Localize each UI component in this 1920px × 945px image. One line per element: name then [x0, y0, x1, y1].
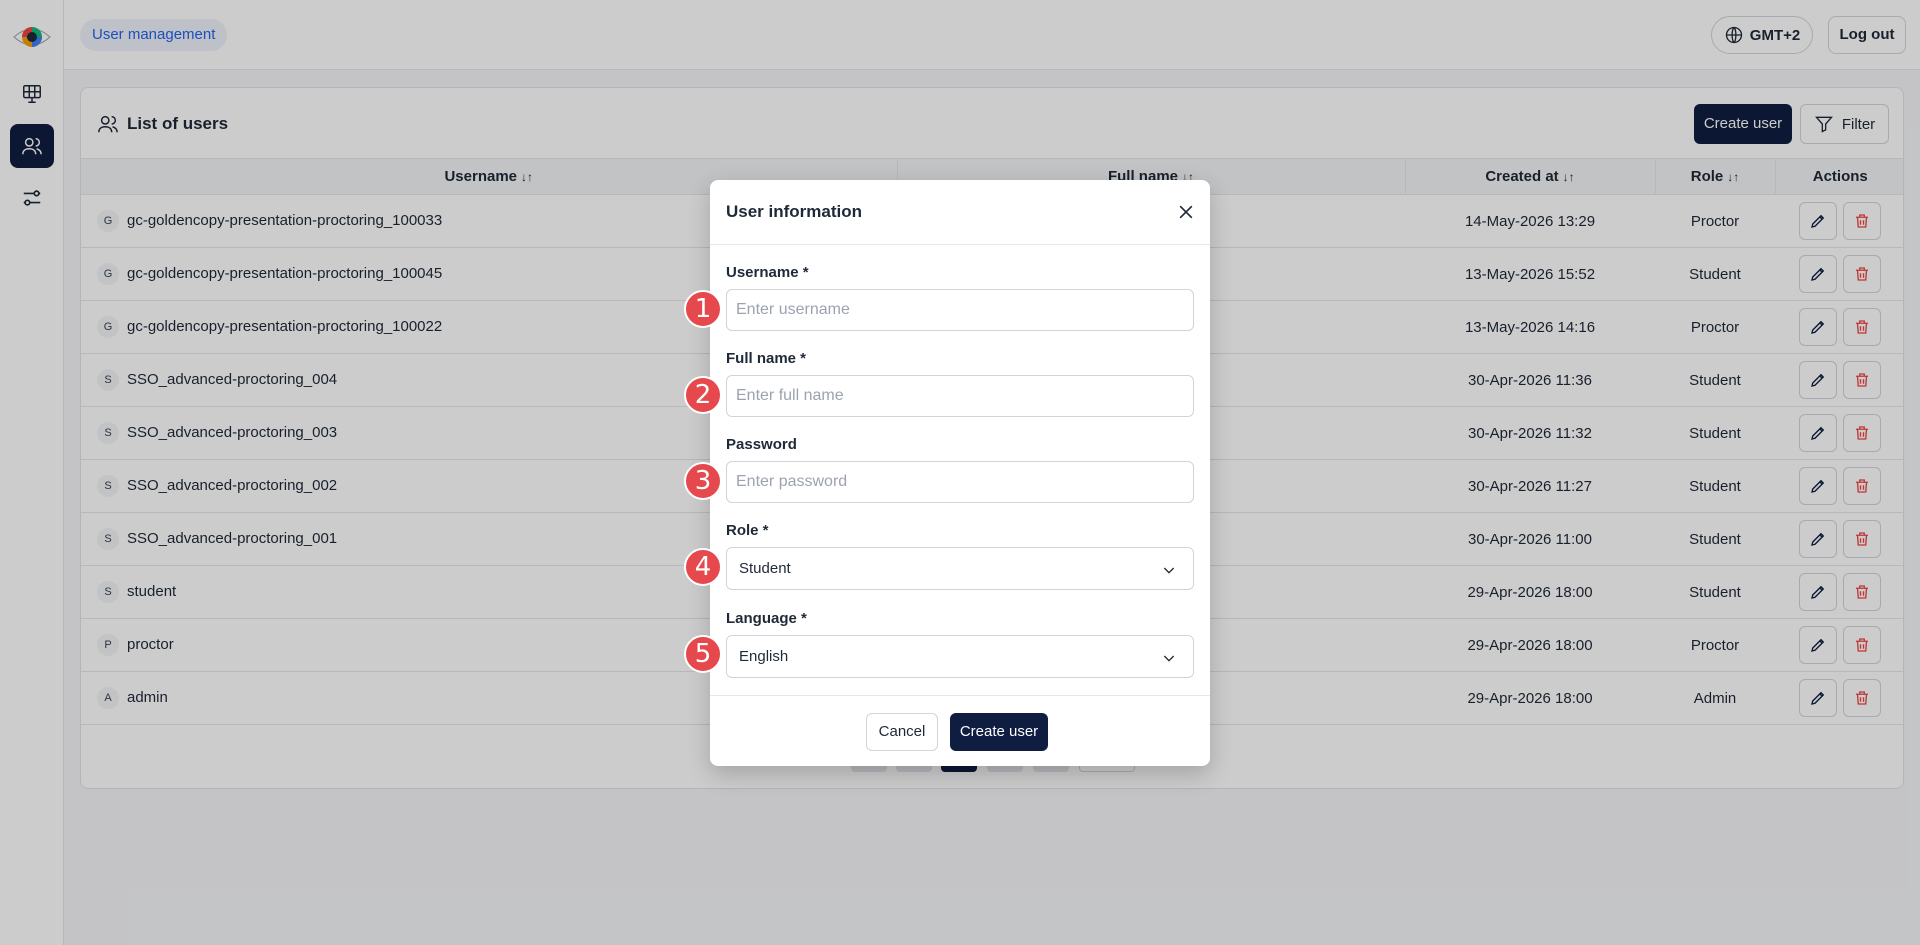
annotation-marker-3: 3 [684, 462, 722, 500]
password-field[interactable] [726, 461, 1194, 503]
username-field[interactable] [726, 289, 1194, 331]
divider [710, 695, 1210, 696]
role-select[interactable]: Student [726, 547, 1194, 590]
annotation-marker-4: 4 [684, 548, 722, 586]
full-name-label: Full name * [726, 350, 807, 367]
password-label: Password [726, 436, 797, 453]
annotation-marker-5: 5 [684, 635, 722, 673]
chevron-down-icon [1163, 567, 1175, 574]
role-select-value: Student [739, 560, 791, 577]
divider [710, 244, 1210, 245]
role-label: Role * [726, 522, 769, 539]
cancel-button[interactable]: Cancel [866, 713, 938, 751]
language-label: Language * [726, 610, 807, 627]
chevron-down-icon [1163, 655, 1175, 662]
user-information-modal: User information Username * Full name * … [710, 180, 1210, 766]
full-name-field[interactable] [726, 375, 1194, 417]
username-label: Username * [726, 264, 809, 281]
language-select[interactable]: English [726, 635, 1194, 678]
annotation-marker-2: 2 [684, 376, 722, 414]
annotation-marker-1: 1 [684, 290, 722, 328]
modal-title: User information [726, 202, 863, 221]
language-select-value: English [739, 648, 789, 665]
create-user-submit-button[interactable]: Create user [950, 713, 1048, 751]
close-icon[interactable] [1176, 202, 1196, 222]
